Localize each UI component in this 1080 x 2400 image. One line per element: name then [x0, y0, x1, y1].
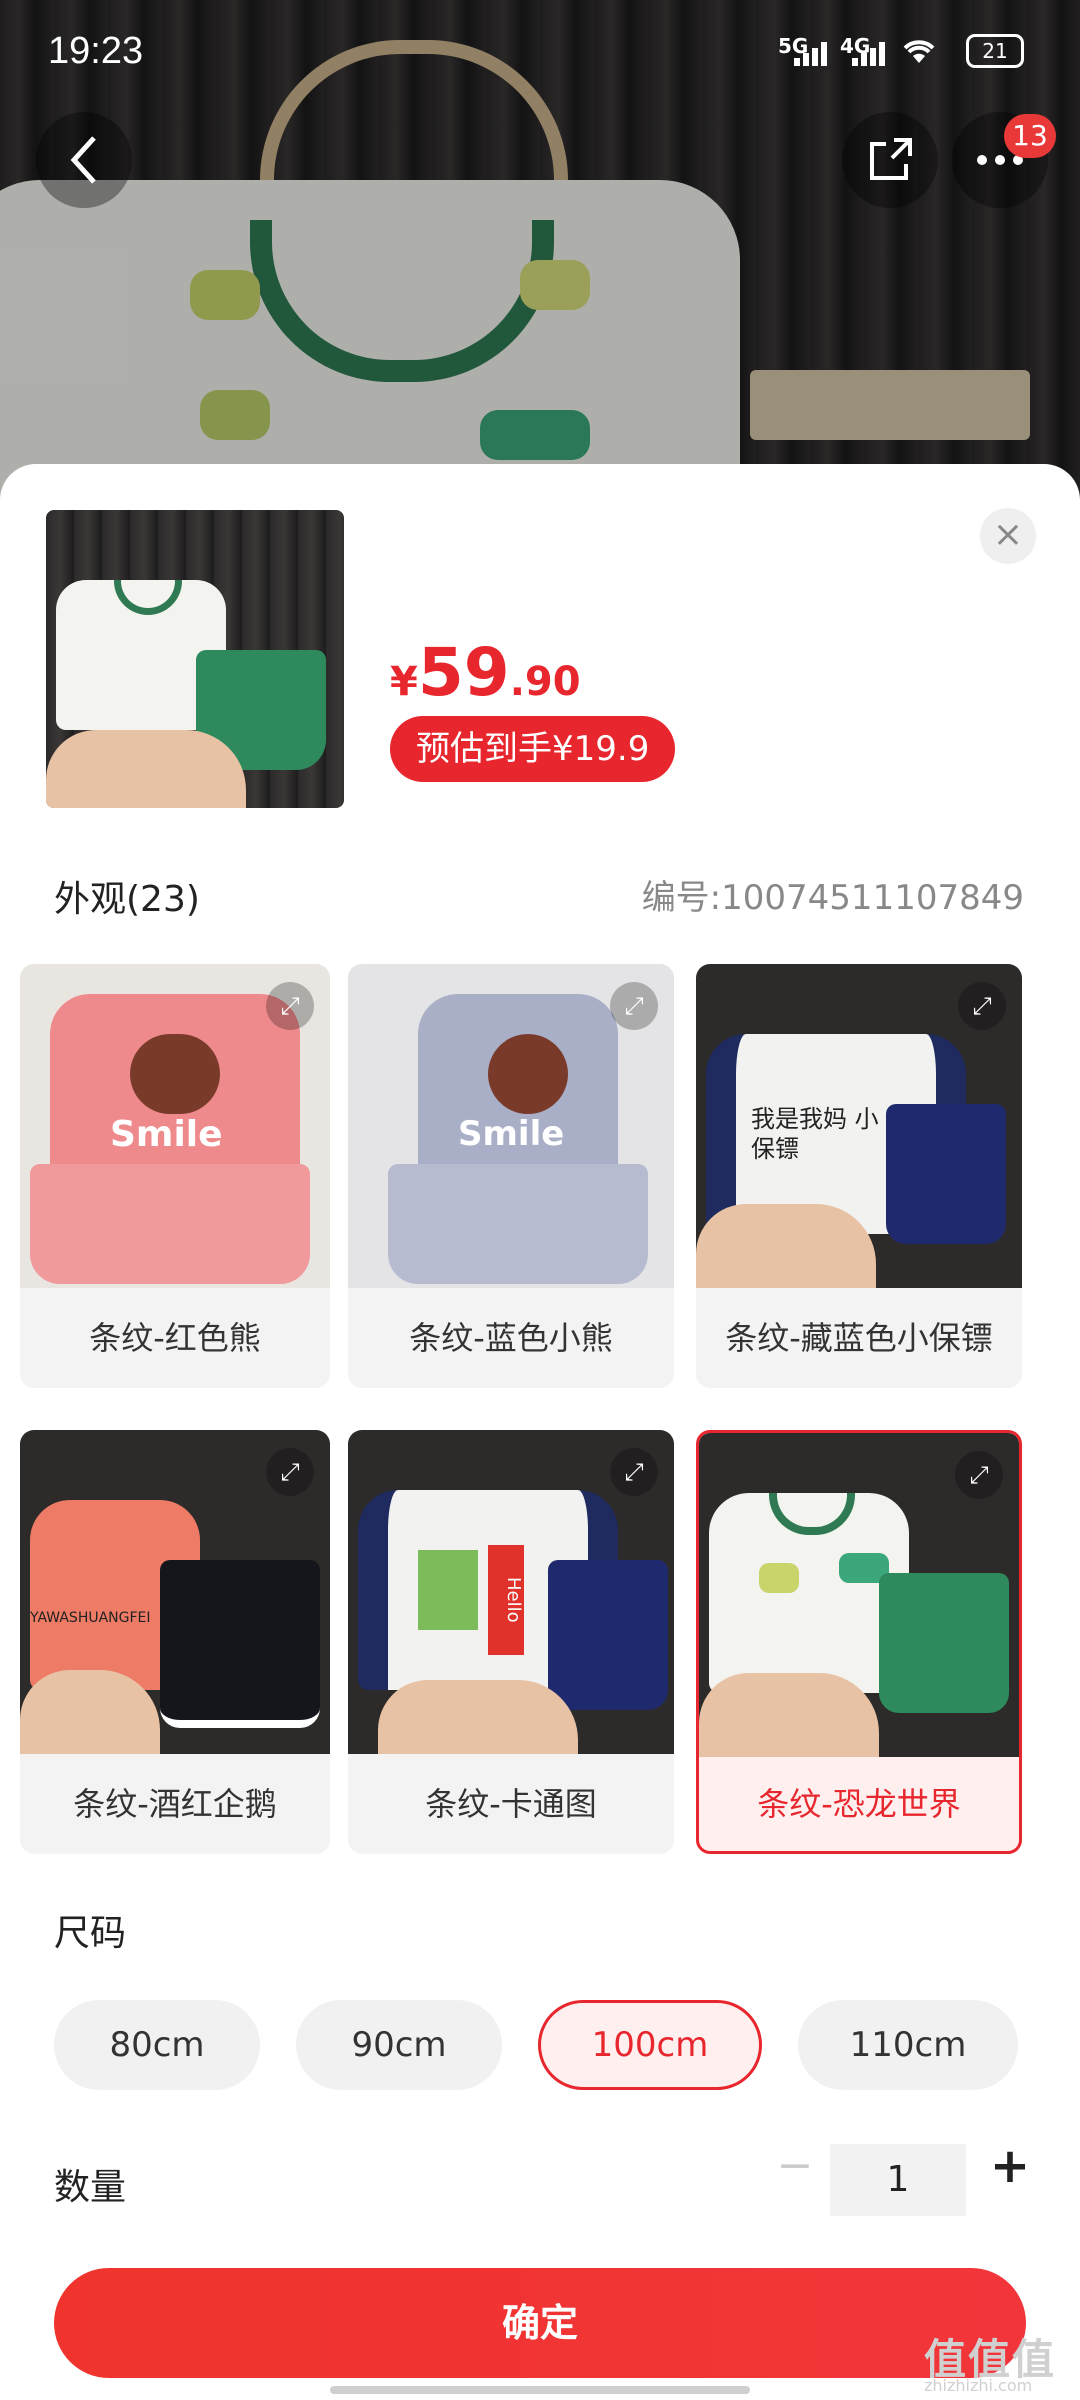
- variant-card[interactable]: Smile ⤢ 条纹-蓝色小熊: [348, 964, 674, 1388]
- wifi-icon: [900, 34, 938, 74]
- signal-icon: [794, 40, 830, 66]
- price-decimal: .90: [509, 659, 581, 705]
- expand-icon[interactable]: ⤢: [610, 982, 658, 1030]
- variant-card[interactable]: 我是我妈 小保镖 ⤢ 条纹-藏蓝色小保镖: [696, 964, 1022, 1388]
- variant-label: 条纹-恐龙世界: [757, 1785, 961, 1823]
- status-time: 19:23: [48, 30, 144, 72]
- selected-product-thumbnail[interactable]: [46, 510, 344, 808]
- estimated-price-badge: 预估到手¥19.9: [390, 716, 676, 782]
- expand-icon[interactable]: ⤢: [266, 1448, 314, 1496]
- share-icon: [870, 138, 912, 180]
- back-button[interactable]: [36, 112, 132, 208]
- variant-card-selected[interactable]: ⤢ 条纹-恐龙世界: [696, 1430, 1022, 1854]
- expand-icon[interactable]: ⤢: [266, 982, 314, 1030]
- battery-icon: 21: [966, 34, 1024, 68]
- size-option-110[interactable]: 110cm: [798, 2000, 1018, 2090]
- sku-selector-sheet: × ¥59.90 预估到手¥19.9 外观(23) 编号:10074511107…: [0, 464, 1080, 2400]
- close-button[interactable]: ×: [980, 508, 1036, 564]
- variant-card[interactable]: Hello ⤢ 条纹-卡通图: [348, 1430, 674, 1854]
- variant-label: 条纹-红色熊: [89, 1319, 261, 1357]
- quantity-decrease-button[interactable]: −: [770, 2136, 820, 2196]
- status-bar: 19:23 5G 4G 21: [0, 0, 1080, 100]
- variant-label: 条纹-酒红企鹅: [73, 1785, 277, 1823]
- quantity-title: 数量: [54, 2167, 127, 2208]
- watermark-url: zhizhizhi.com: [924, 2376, 1033, 2395]
- notification-badge: 13: [1004, 114, 1056, 158]
- share-button[interactable]: [842, 112, 938, 208]
- quantity-increase-button[interactable]: +: [980, 2136, 1040, 2196]
- price-currency: ¥: [390, 659, 418, 705]
- home-indicator[interactable]: [330, 2386, 750, 2394]
- variant-label: 条纹-卡通图: [425, 1785, 597, 1823]
- expand-icon[interactable]: ⤢: [955, 1451, 1003, 1499]
- size-option-100-selected[interactable]: 100cm: [538, 2000, 762, 2090]
- signal-icon: [852, 40, 888, 66]
- variant-card[interactable]: Smile ⤢ 条纹-红色熊: [20, 964, 330, 1388]
- appearance-title: 外观(23): [54, 879, 200, 920]
- price: ¥59.90: [390, 634, 581, 711]
- size-option-80[interactable]: 80cm: [54, 2000, 260, 2090]
- variant-card[interactable]: YAWASHUANGFEI ⤢ 条纹-酒红企鹅: [20, 1430, 330, 1854]
- variant-label: 条纹-藏蓝色小保镖: [725, 1319, 993, 1357]
- chevron-left-icon: [70, 136, 96, 184]
- size-title: 尺码: [54, 1913, 127, 1954]
- size-option-90[interactable]: 90cm: [296, 2000, 502, 2090]
- price-integer: 59: [417, 634, 510, 711]
- expand-icon[interactable]: ⤢: [610, 1448, 658, 1496]
- close-icon: ×: [992, 514, 1024, 555]
- expand-icon[interactable]: ⤢: [958, 982, 1006, 1030]
- product-code: 编号:10074511107849: [641, 878, 1024, 918]
- quantity-value[interactable]: 1: [830, 2144, 966, 2216]
- confirm-button[interactable]: 确定: [54, 2268, 1026, 2378]
- variant-label: 条纹-蓝色小熊: [409, 1319, 613, 1357]
